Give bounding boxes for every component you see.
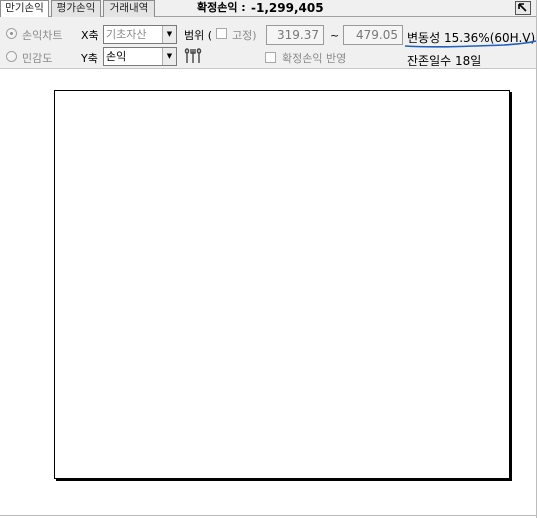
range-fixed-label: 고정) xyxy=(232,29,257,42)
chart-frame xyxy=(54,90,510,479)
remaining-days-label: 잔존일수 xyxy=(407,54,452,68)
y-axis-label: Y축 xyxy=(81,52,98,65)
y-axis-select[interactable]: 손익 ▼ xyxy=(103,47,177,66)
confirmed-pl-value: -1,299,405 xyxy=(251,1,324,15)
tab-transaction-history[interactable]: 거래내역 xyxy=(103,0,155,17)
chevron-down-icon[interactable]: ▼ xyxy=(162,26,176,43)
reflect-checkbox[interactable] xyxy=(265,52,276,63)
confirmed-pl-label: 확정손익 : xyxy=(197,1,246,14)
volatility-underline xyxy=(404,40,537,48)
chevron-down-icon[interactable]: ▼ xyxy=(162,48,176,65)
expand-arrow-icon[interactable] xyxy=(515,1,531,15)
radio-pl-chart[interactable] xyxy=(6,28,17,39)
window-bottom-border xyxy=(0,515,537,516)
tab-maturity-pl[interactable]: 만기손익 xyxy=(0,0,49,18)
radio-sensitivity-label: 민감도 xyxy=(22,52,53,65)
y-axis-value: 손익 xyxy=(106,50,127,63)
tools-icon[interactable] xyxy=(184,48,202,67)
tab-valuation-pl[interactable]: 평가손익 xyxy=(51,0,101,17)
range-label: 범위 ( xyxy=(184,29,213,42)
range-separator: ~ xyxy=(330,29,340,42)
tab-bar: 만기손익 평가손익 거래내역 확정손익 : -1,299,405 xyxy=(0,0,537,18)
range-fixed-checkbox[interactable] xyxy=(216,28,227,39)
radio-pl-chart-label: 손익차트 xyxy=(22,29,63,42)
reflect-label: 확정손익 반영 xyxy=(282,52,347,65)
range-from-input[interactable]: 319.37 xyxy=(266,25,324,45)
radio-sensitivity[interactable] xyxy=(6,51,17,62)
remaining-days: 잔존일수 18일 xyxy=(407,52,481,69)
range-to-input[interactable]: 479.05 xyxy=(343,25,403,45)
x-axis-value: 기초자산 xyxy=(106,28,147,41)
remaining-days-value: 18일 xyxy=(455,54,482,68)
x-axis-label: X축 xyxy=(81,29,99,42)
x-axis-select[interactable]: 기초자산 ▼ xyxy=(103,25,177,44)
